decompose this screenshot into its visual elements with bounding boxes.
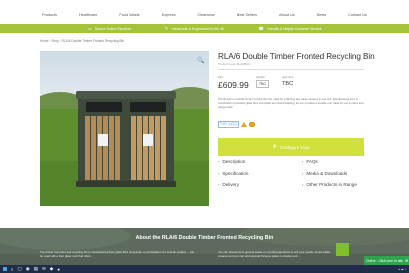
task-view-icon[interactable]: ▢ <box>18 266 22 272</box>
warning-icon <box>241 121 248 127</box>
chevron-right-icon: › <box>302 171 304 176</box>
certification-logos: TYR ▯▯▯▯▯ <box>218 121 255 128</box>
chat-label: Online - Click here to talk <box>366 258 403 263</box>
nav-item-news[interactable]: News <box>306 8 338 22</box>
chevron-right-icon: › <box>218 159 220 164</box>
top-navigation: Products Healthcare Food Waste Express C… <box>0 8 409 22</box>
configure-now-label: Configure Now <box>279 144 310 150</box>
browser-icon[interactable]: ◉ <box>26 266 30 272</box>
chevron-right-icon: › <box>302 159 304 164</box>
product-title: RLA/6 Double Timber Fronted Recycling Bi… <box>218 52 375 61</box>
lead-time-label: lead time <box>282 75 294 79</box>
app-icon[interactable]: ◆ <box>50 266 53 272</box>
chevron-right-icon: › <box>218 171 220 176</box>
product-image[interactable] <box>40 51 209 206</box>
side-badge[interactable] <box>336 243 349 256</box>
nav-item-healthcare[interactable]: Healthcare <box>68 8 108 22</box>
lead-time-value: TBC <box>282 81 294 87</box>
taskbar: ⌕ ▢ ◉ ▤ ✉ ◆ ● ▴ ☁ ♪ <box>0 265 409 273</box>
accordion-label: Other Products in Range <box>306 182 357 187</box>
mail-icon[interactable]: ✉ <box>42 266 46 272</box>
system-tray[interactable]: ▴ ☁ ♪ <box>398 267 406 271</box>
chat-icon: ✉ <box>404 258 409 263</box>
card-icon: ▭ <box>87 25 92 31</box>
accordion-description[interactable]: › Description <box>218 159 245 164</box>
promo-label: Secure Online Payment <box>94 26 131 31</box>
nav-item-best-sellers[interactable]: Best Sellers <box>226 8 268 22</box>
live-chat-button[interactable]: Online - Click here to talk ✉ <box>364 256 409 265</box>
promo-bar: ▭ Secure Online Payment ✎ Handmade & Eng… <box>0 24 409 33</box>
accordion-faqs[interactable]: › FAQs <box>302 159 318 164</box>
price-label: Excl <box>218 75 224 79</box>
app-icon[interactable]: ● <box>57 267 60 272</box>
about-text-left: The timber front litter and recycling bi… <box>40 251 195 258</box>
accordion-label: Media & Downloads <box>306 171 348 176</box>
zoom-icon[interactable]: 🔍 <box>197 57 204 64</box>
nav-item-clearance[interactable]: Clearance <box>186 8 225 22</box>
accordion-media-downloads[interactable]: › Media & Downloads <box>302 171 347 176</box>
qty-label: Qty/Ea <box>256 75 265 79</box>
chevron-right-icon: › <box>302 182 304 187</box>
about-title: About the RLA/6 Double Timber Fronted Re… <box>135 235 274 241</box>
accordion-other-products[interactable]: › Other Products in Range <box>302 182 357 187</box>
folder-icon[interactable]: ▤ <box>34 266 38 272</box>
accordion-delivery[interactable]: › Delivery <box>218 182 239 187</box>
chevron-right-icon: › <box>218 182 220 187</box>
product-price: £609.99 <box>218 80 249 90</box>
wrench-icon: ✎ <box>164 25 169 31</box>
nav-item-food-waste[interactable]: Food Waste <box>108 8 150 22</box>
promo-item-handmade: ✎ Handmade & Engineered in the UK <box>165 26 225 32</box>
breadcrumb[interactable]: Home › Shop › RLA/6 Double Timber Fronte… <box>40 39 124 43</box>
accordion-label: FAQs <box>306 159 318 164</box>
about-text-right: You can choose from general waste or rec… <box>218 251 330 258</box>
headset-icon: ☎ <box>258 25 264 31</box>
tyr-logo: TYR ▯▯▯▯▯ <box>218 121 240 128</box>
badge-icon <box>249 121 255 128</box>
nav-item-about-us[interactable]: About Us <box>268 8 306 22</box>
windows-start-icon[interactable] <box>3 267 7 271</box>
search-icon[interactable]: ⌕ <box>11 267 14 272</box>
accordion-specification[interactable]: › Specification <box>218 171 248 176</box>
divider <box>218 69 364 70</box>
settings-icon: ⚙ <box>272 144 277 150</box>
configure-now-button[interactable]: ⚙ Configure Now <box>218 138 364 156</box>
accordion-label: Delivery <box>222 182 239 187</box>
promo-item-payment: ▭ Secure Online Payment <box>87 26 130 32</box>
promo-label: Friendly & Helpful Customer Service <box>266 26 322 31</box>
product-description: The RLA/6 is a double timber fronted lit… <box>218 98 364 109</box>
nav-item-express[interactable]: Express <box>151 8 187 22</box>
accordion-label: Description <box>222 159 246 164</box>
nav-item-products[interactable]: Products <box>31 8 68 22</box>
qty-select[interactable]: TBC <box>256 80 269 88</box>
product-code: Product Code: RLA6/BHH <box>218 62 251 66</box>
accordion-label: Specification <box>222 171 249 176</box>
promo-label: Handmade & Engineered in the UK <box>171 26 225 31</box>
product-photo <box>40 51 209 206</box>
promo-item-service: ☎ Friendly & Helpful Customer Service <box>258 26 321 32</box>
nav-item-contact-us[interactable]: Contact Us <box>337 8 378 22</box>
